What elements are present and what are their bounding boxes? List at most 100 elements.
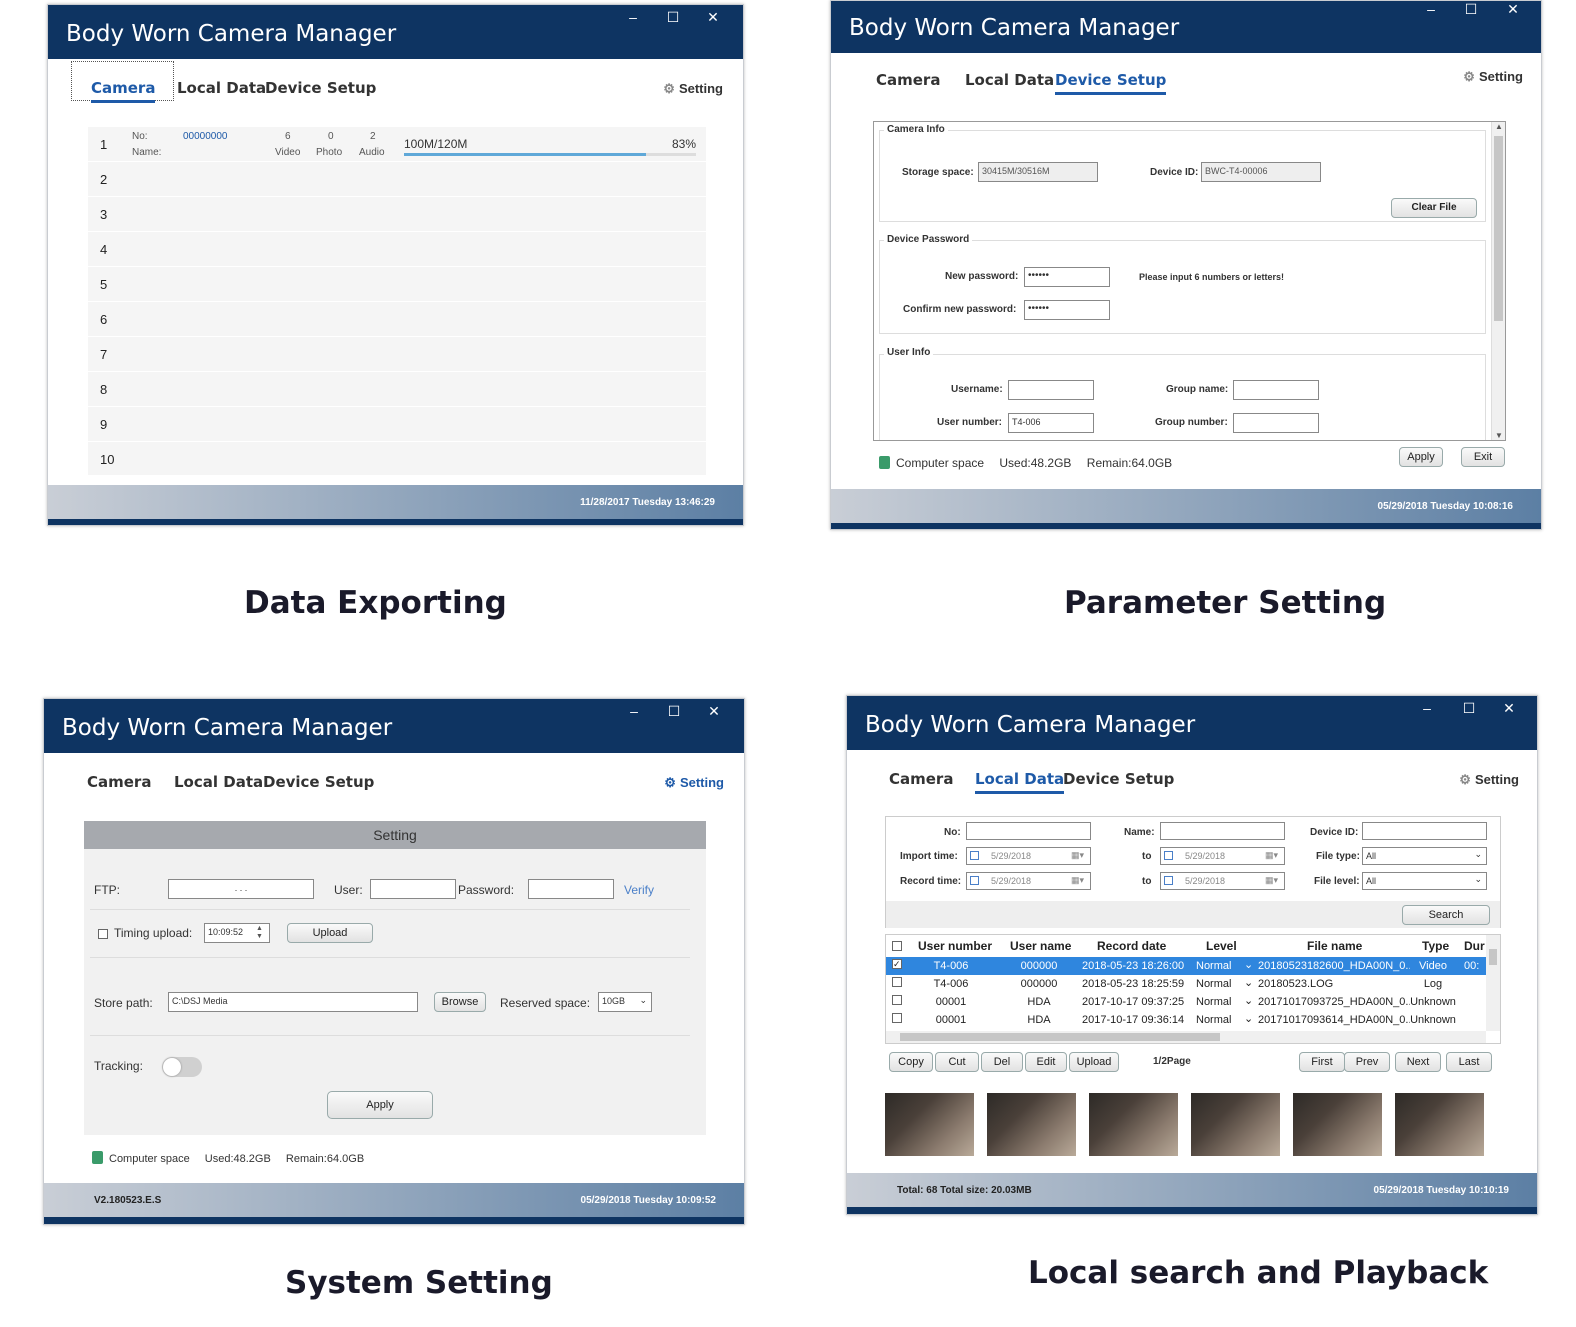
col-record-date[interactable]: Record date xyxy=(1097,939,1166,953)
calendar-icon[interactable]: ▦▾ xyxy=(1071,850,1084,861)
scroll-down-icon[interactable]: ▼ xyxy=(1495,431,1503,440)
scroll-thumb[interactable] xyxy=(1494,136,1503,321)
tab-camera[interactable]: Camera xyxy=(91,79,156,103)
tab-device-setup[interactable]: Device Setup xyxy=(1055,71,1167,95)
username-field[interactable] xyxy=(1008,380,1094,400)
camera-row[interactable]: 2 xyxy=(88,162,706,197)
close-icon[interactable]: ✕ xyxy=(704,703,724,720)
table-row[interactable]: ✓ T4-006 000000 2018-05-23 18:26:00 Normal ⌄ 2… xyxy=(886,957,1486,975)
verify-link[interactable]: Verify xyxy=(624,883,654,897)
col-type[interactable]: Type xyxy=(1422,939,1449,953)
row-checkbox[interactable] xyxy=(892,995,902,1005)
ftp-user-field[interactable] xyxy=(370,879,456,899)
vertical-scrollbar[interactable] xyxy=(1486,935,1500,1031)
import-time-from[interactable]: 5/29/2018 ▦▾ xyxy=(966,847,1091,865)
horizontal-scrollbar[interactable] xyxy=(886,1031,1486,1043)
maximize-icon[interactable]: ☐ xyxy=(1461,1,1481,18)
v-scroll-thumb[interactable] xyxy=(1489,949,1497,965)
vertical-scrollbar[interactable]: ▲ ▼ xyxy=(1491,122,1505,440)
confirm-password-field[interactable]: •••••• xyxy=(1024,300,1110,320)
tab-camera[interactable]: Camera xyxy=(876,71,940,89)
chevron-down-icon[interactable]: ⌄ xyxy=(1244,976,1253,989)
select-all-checkbox[interactable] xyxy=(892,941,902,951)
camera-row[interactable]: 8 xyxy=(88,372,706,407)
upload-button[interactable]: Upload xyxy=(287,923,373,943)
checkbox-icon[interactable] xyxy=(1164,876,1173,885)
close-icon[interactable]: ✕ xyxy=(1503,1,1523,18)
ftp-password-field[interactable] xyxy=(528,879,614,899)
camera-row[interactable]: 1 No: 00000000 Name: 6 Video 0 Photo 2 A… xyxy=(88,127,706,162)
camera-row[interactable]: 10 xyxy=(88,442,706,477)
row-checkbox[interactable] xyxy=(892,977,902,987)
reserved-space-select[interactable]: 10GB ⌄ xyxy=(598,992,652,1012)
chevron-down-icon[interactable]: ⌄ xyxy=(1244,1012,1253,1025)
apply-button[interactable]: Apply xyxy=(327,1091,433,1119)
cut-button[interactable]: Cut xyxy=(935,1052,979,1072)
video-thumbnail[interactable] xyxy=(1089,1093,1178,1156)
tab-local-data[interactable]: Local Data xyxy=(174,773,263,791)
last-page-button[interactable]: Last xyxy=(1446,1052,1492,1072)
name-field[interactable] xyxy=(1160,822,1285,840)
tracking-toggle[interactable] xyxy=(162,1057,202,1077)
exit-button[interactable]: Exit xyxy=(1461,447,1505,467)
tab-camera[interactable]: Camera xyxy=(889,770,953,788)
new-password-field[interactable]: •••••• xyxy=(1024,267,1110,287)
video-thumbnail[interactable] xyxy=(987,1093,1076,1156)
search-button[interactable]: Search xyxy=(1402,905,1490,925)
next-page-button[interactable]: Next xyxy=(1395,1052,1441,1072)
close-icon[interactable]: ✕ xyxy=(703,9,723,26)
del-button[interactable]: Del xyxy=(981,1052,1023,1072)
camera-row[interactable]: 5 xyxy=(88,267,706,302)
maximize-icon[interactable]: ☐ xyxy=(1459,700,1479,717)
import-time-to[interactable]: 5/29/2018 ▦▾ xyxy=(1160,847,1285,865)
video-thumbnail[interactable] xyxy=(885,1093,974,1156)
clear-file-button[interactable]: Clear File xyxy=(1391,198,1477,218)
prev-page-button[interactable]: Prev xyxy=(1344,1052,1390,1072)
first-page-button[interactable]: First xyxy=(1299,1052,1345,1072)
tab-local-data[interactable]: Local Data xyxy=(975,770,1065,794)
maximize-icon[interactable]: ☐ xyxy=(664,703,684,720)
chevron-down-icon[interactable]: ⌄ xyxy=(1244,958,1253,971)
table-row[interactable]: 00001 HDA 2017-10-17 09:37:25 Normal ⌄ 201710… xyxy=(886,993,1486,1011)
scroll-up-icon[interactable]: ▲ xyxy=(1495,122,1503,131)
edit-button[interactable]: Edit xyxy=(1025,1052,1067,1072)
setting-button[interactable]: ⚙ Setting xyxy=(1463,69,1523,85)
timing-upload-checkbox[interactable] xyxy=(98,929,108,939)
tab-local-data[interactable]: Local Data xyxy=(965,71,1054,89)
setting-button[interactable]: ⚙ Setting xyxy=(664,775,724,791)
file-level-select[interactable]: All ⌄ xyxy=(1362,872,1487,890)
ftp-address-field[interactable]: . . . xyxy=(168,879,314,899)
col-duration[interactable]: Dur xyxy=(1464,939,1485,953)
minimize-icon[interactable]: – xyxy=(1421,1,1441,17)
col-user-number[interactable]: User number xyxy=(918,939,992,953)
browse-button[interactable]: Browse xyxy=(434,992,486,1012)
chevron-down-icon[interactable]: ⌄ xyxy=(1244,994,1253,1007)
h-scroll-thumb[interactable] xyxy=(900,1033,1220,1041)
camera-row[interactable]: 9 xyxy=(88,407,706,442)
camera-row[interactable]: 6 xyxy=(88,302,706,337)
calendar-icon[interactable]: ▦▾ xyxy=(1265,850,1278,861)
device-id-field[interactable] xyxy=(1362,822,1487,840)
tab-device-setup[interactable]: Device Setup xyxy=(263,773,374,791)
table-row[interactable]: 00001 HDA 2017-10-17 09:36:14 Normal ⌄ 201710… xyxy=(886,1011,1486,1029)
time-spinner-icon[interactable]: ▲ ▼ xyxy=(256,925,263,941)
setting-button[interactable]: ⚙ Setting xyxy=(663,81,723,97)
group-name-field[interactable] xyxy=(1233,380,1319,400)
copy-button[interactable]: Copy xyxy=(889,1052,933,1072)
checkbox-icon[interactable] xyxy=(970,876,979,885)
row-checkbox[interactable] xyxy=(892,1013,902,1023)
minimize-icon[interactable]: – xyxy=(1417,700,1437,716)
camera-row[interactable]: 3 xyxy=(88,197,706,232)
tab-device-setup[interactable]: Device Setup xyxy=(1063,770,1174,788)
apply-button[interactable]: Apply xyxy=(1399,447,1443,467)
group-number-field[interactable] xyxy=(1233,413,1319,433)
record-time-to[interactable]: 5/29/2018 ▦▾ xyxy=(1160,872,1285,890)
tab-local-data[interactable]: Local Data xyxy=(177,79,266,97)
upload-button[interactable]: Upload xyxy=(1069,1052,1119,1072)
col-user-name[interactable]: User name xyxy=(1010,939,1071,953)
tab-device-setup[interactable]: Device Setup xyxy=(265,79,376,97)
video-thumbnail[interactable] xyxy=(1293,1093,1382,1156)
record-time-from[interactable]: 5/29/2018 ▦▾ xyxy=(966,872,1091,890)
close-icon[interactable]: ✕ xyxy=(1499,700,1519,717)
minimize-icon[interactable]: – xyxy=(624,703,644,719)
